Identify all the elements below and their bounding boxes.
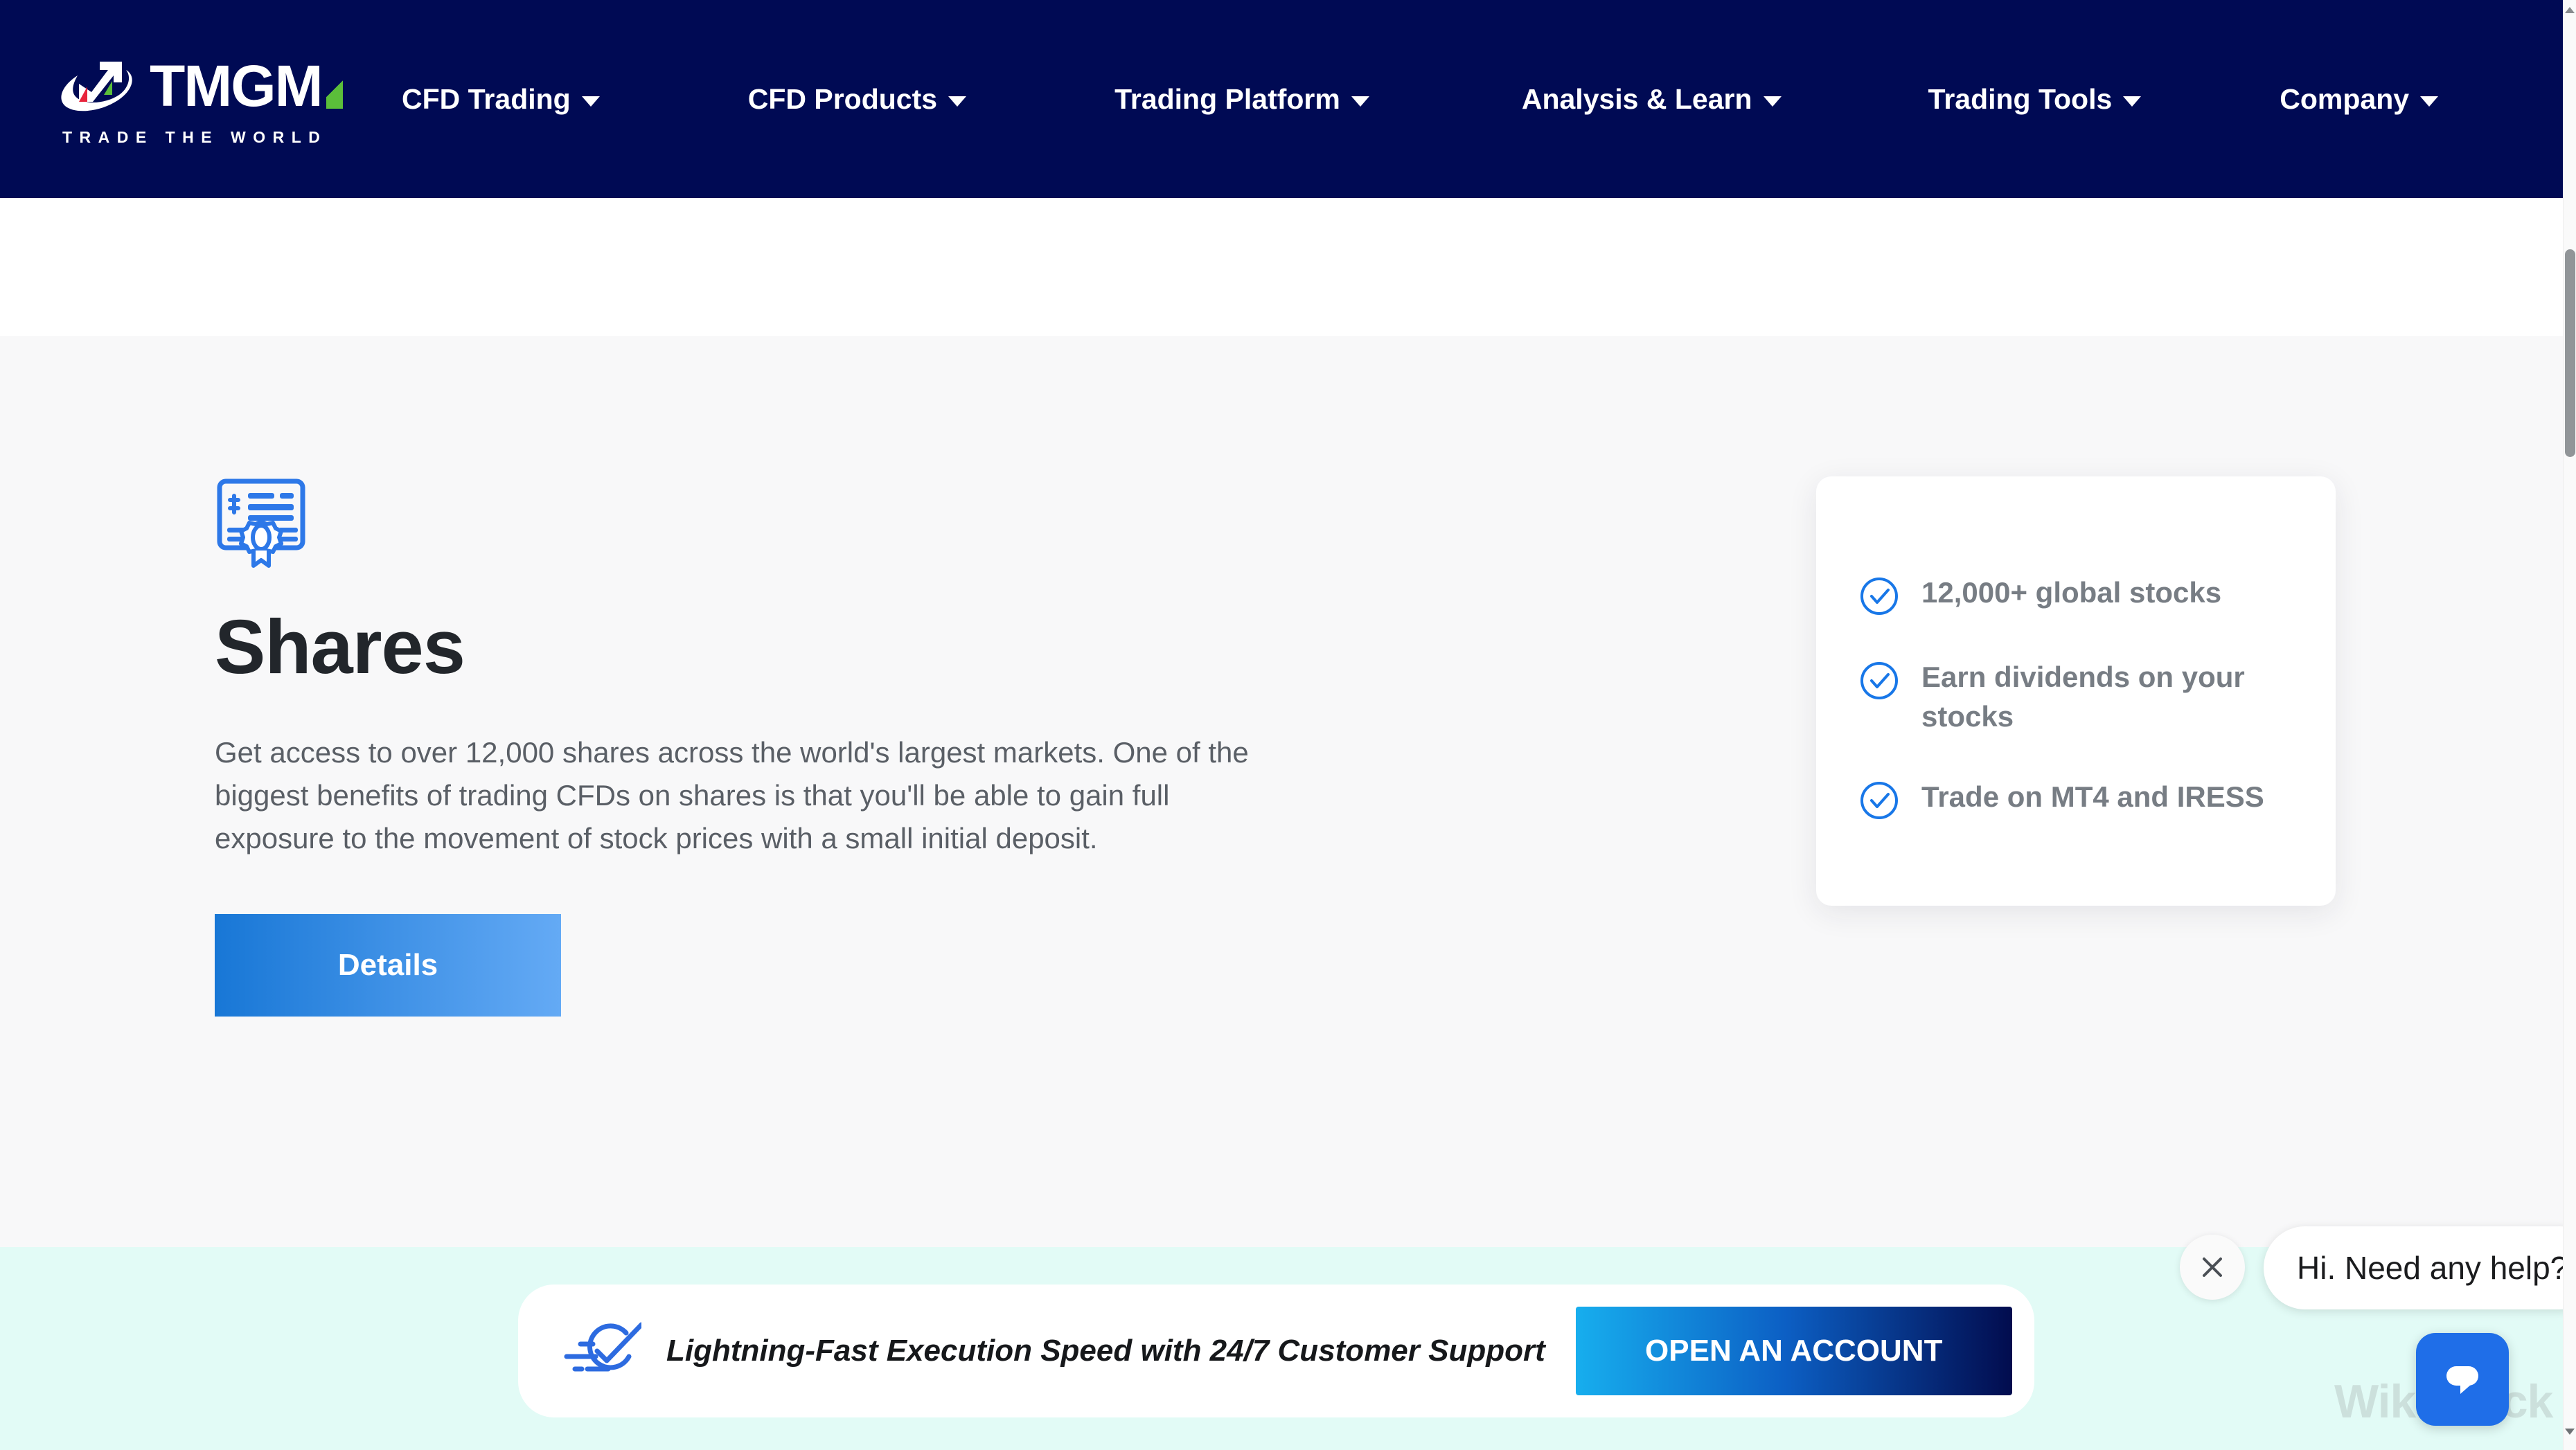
chevron-down-icon: [1351, 96, 1369, 107]
scroll-up-arrow-icon[interactable]: [2565, 7, 2575, 13]
trending-arrow-icon: [61, 61, 132, 111]
nav-item-analysis-learn[interactable]: Analysis & Learn: [1522, 83, 1782, 116]
nav-item-cfd-trading[interactable]: CFD Trading: [402, 83, 600, 116]
feature-text: Trade on MT4 and IRESS: [1921, 780, 2264, 814]
chevron-down-icon: [948, 96, 967, 107]
nav-item-trading-platform[interactable]: Trading Platform: [1114, 83, 1369, 116]
check-circle-icon: [1860, 578, 1898, 615]
page-title: Shares: [215, 605, 465, 690]
scrollbar-thumb[interactable]: [2565, 249, 2575, 457]
chevron-down-icon: [1763, 96, 1782, 107]
check-circle-icon: [1860, 782, 1898, 820]
nav-label: Trading Platform: [1114, 82, 1340, 115]
logo-tagline: TRADE THE WORLD: [62, 127, 328, 146]
nav-label: Analysis & Learn: [1521, 82, 1752, 115]
nav-item-company[interactable]: Company: [2280, 82, 2439, 116]
check-circle-icon: [1860, 662, 1898, 699]
feature-highlights-card: 12,000+ global stocks Earn dividends on …: [1816, 476, 2336, 906]
promo-banner: Lightning-Fast Execution Speed with 24/7…: [518, 1285, 2034, 1417]
chat-close-button[interactable]: [2180, 1235, 2245, 1300]
chevron-down-icon: [2420, 96, 2439, 107]
feature-item: Earn dividends on your stocks: [1859, 658, 2287, 736]
fast-check-speed-icon: [564, 1322, 641, 1372]
shares-content-column: Shares Get access to over 12,000 shares …: [215, 478, 1295, 1017]
nav-item-trading-tools[interactable]: Trading Tools: [1928, 83, 2142, 116]
nav-label: Company: [2280, 82, 2410, 115]
nav-label: Trading Tools: [1928, 82, 2113, 115]
site-header: TMGM TRADE THE WORLD CFD Trading CFD Pro…: [0, 0, 2563, 198]
chat-greeting-bubble[interactable]: Hi. Need any help?: [2264, 1226, 2576, 1309]
chat-launcher-button[interactable]: [2416, 1333, 2509, 1426]
primary-navigation: CFD Trading CFD Products Trading Platfor…: [373, 83, 2563, 116]
nav-item-cfd-products[interactable]: CFD Products: [747, 82, 967, 116]
logo-wordmark-group: TMGM: [150, 53, 343, 118]
page-scrollbar[interactable]: [2563, 0, 2576, 1450]
chevron-down-icon: [2123, 96, 2142, 107]
nav-label: CFD Trading: [402, 82, 571, 115]
open-an-account-button[interactable]: OPEN AN ACCOUNT: [1575, 1307, 2012, 1395]
chat-greeting-text: Hi. Need any help?: [2297, 1250, 2568, 1286]
chevron-down-icon: [581, 96, 600, 107]
logo-wordmark: TMGM: [150, 53, 323, 118]
scroll-down-arrow-icon[interactable]: [2565, 1429, 2575, 1435]
site-logo[interactable]: TMGM TRADE THE WORLD: [58, 52, 356, 147]
feature-text: 12,000+ global stocks: [1921, 576, 2222, 609]
chat-bubble-icon: [2446, 1366, 2478, 1394]
close-icon: [2203, 1257, 2222, 1277]
logo-green-tick-icon: [326, 77, 343, 109]
share-certificate-icon: [217, 478, 305, 568]
logo-row: TMGM: [58, 52, 356, 121]
white-spacer-band: [0, 198, 2563, 336]
feature-text: Earn dividends on your stocks: [1921, 661, 2245, 733]
promo-message: Lightning-Fast Execution Speed with 24/7…: [666, 1334, 1545, 1368]
details-button[interactable]: Details: [215, 914, 561, 1017]
nav-label: CFD Products: [747, 82, 938, 115]
page-description: Get access to over 12,000 shares across …: [215, 736, 1249, 855]
feature-item: Trade on MT4 and IRESS: [1859, 778, 2287, 821]
feature-item: 12,000+ global stocks: [1859, 573, 2287, 616]
